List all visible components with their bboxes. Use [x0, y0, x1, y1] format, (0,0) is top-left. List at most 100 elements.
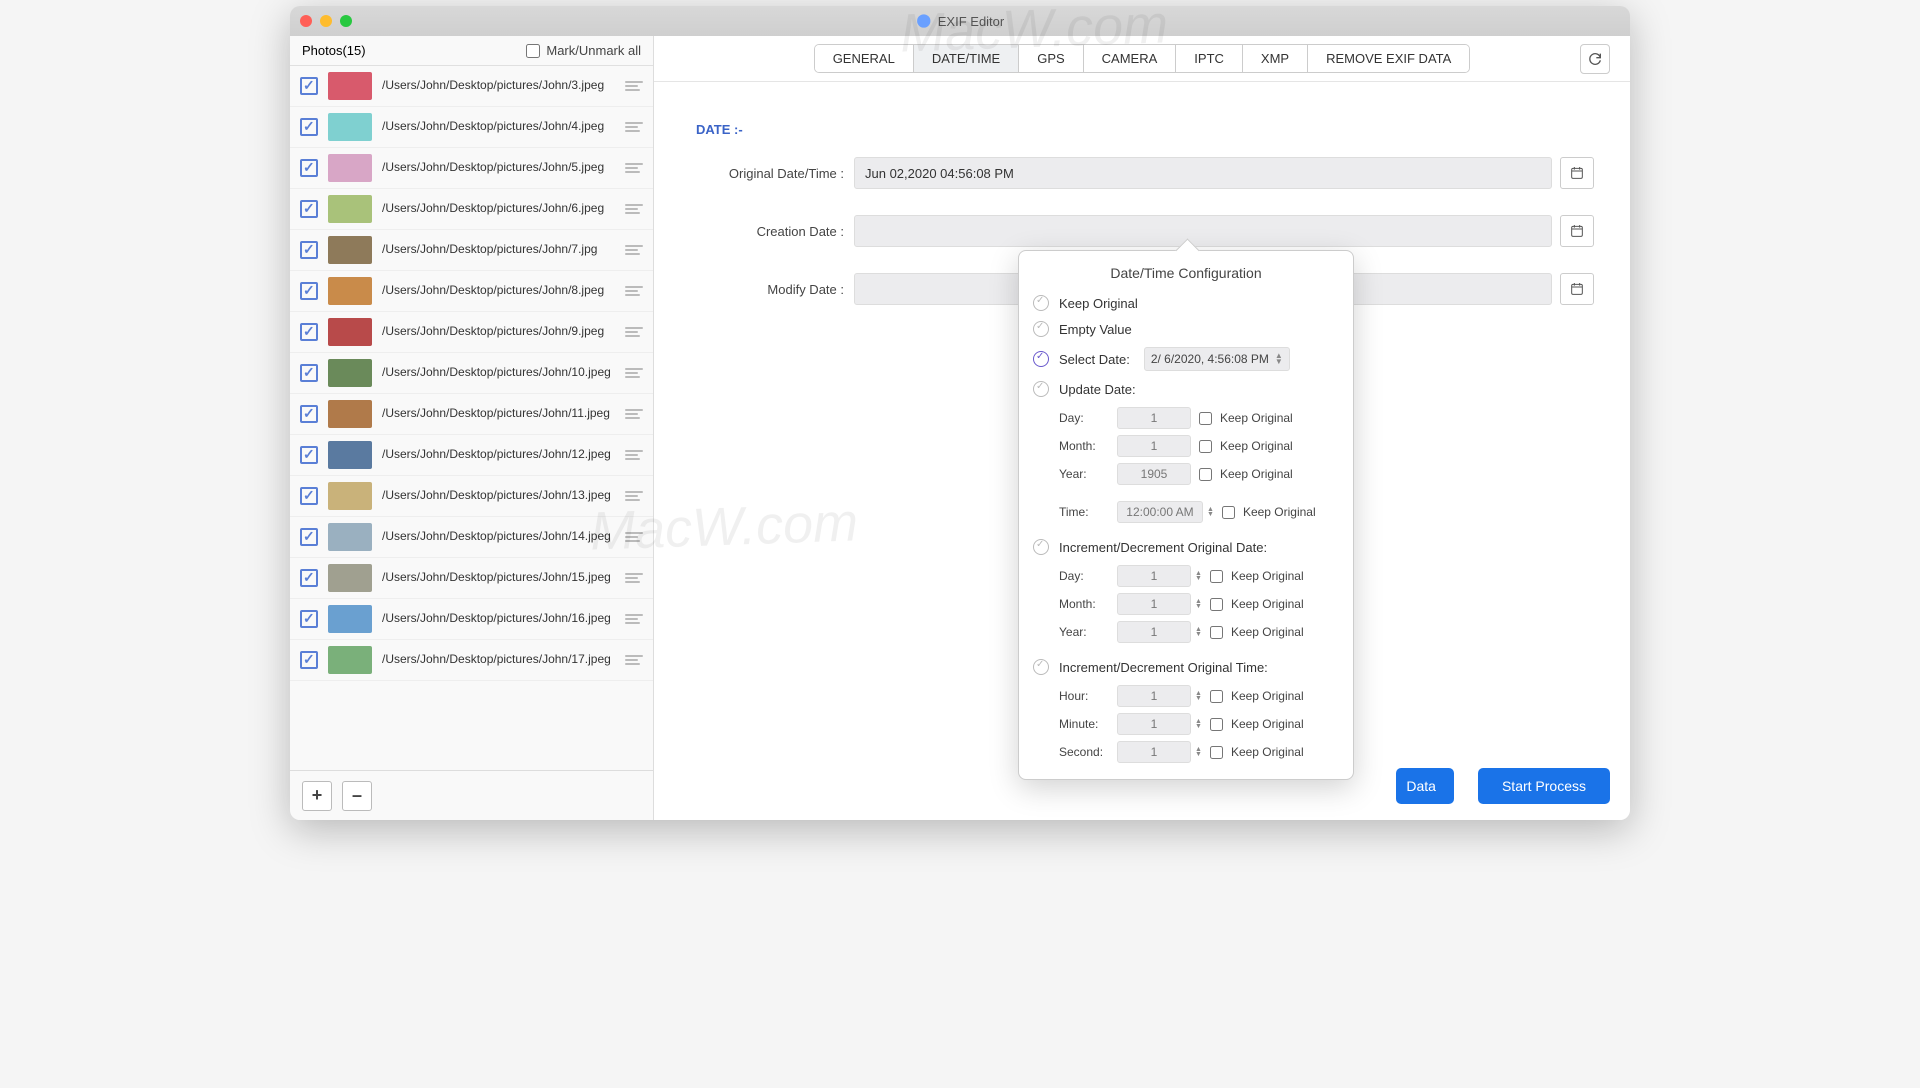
creation-date-picker-button[interactable]	[1560, 215, 1594, 247]
drag-handle-icon[interactable]	[625, 204, 643, 214]
inct-minute-input[interactable]	[1117, 713, 1191, 735]
option-increment-time[interactable]: Increment/Decrement Original Time:	[1033, 659, 1339, 675]
list-item[interactable]: /Users/John/Desktop/pictures/John/3.jpeg	[290, 66, 653, 107]
modify-date-picker-button[interactable]	[1560, 273, 1594, 305]
stepper-arrows-icon[interactable]: ▲▼	[1195, 571, 1202, 581]
select-date-stepper[interactable]: 2/ 6/2020, 4:56:08 PM ▲▼	[1144, 347, 1290, 371]
drag-handle-icon[interactable]	[625, 450, 643, 460]
list-item[interactable]: /Users/John/Desktop/pictures/John/13.jpe…	[290, 476, 653, 517]
remove-photo-button[interactable]: –	[342, 781, 372, 811]
option-keep-original[interactable]: Keep Original	[1033, 295, 1339, 311]
photo-checkbox[interactable]	[300, 323, 318, 341]
list-item[interactable]: /Users/John/Desktop/pictures/John/17.jpe…	[290, 640, 653, 681]
list-item[interactable]: /Users/John/Desktop/pictures/John/12.jpe…	[290, 435, 653, 476]
photo-checkbox[interactable]	[300, 487, 318, 505]
list-item[interactable]: /Users/John/Desktop/pictures/John/11.jpe…	[290, 394, 653, 435]
photo-checkbox[interactable]	[300, 364, 318, 382]
photo-checkbox[interactable]	[300, 528, 318, 546]
creation-date-input[interactable]	[854, 215, 1552, 247]
photo-checkbox[interactable]	[300, 610, 318, 628]
update-day-input[interactable]	[1117, 407, 1191, 429]
option-update-date[interactable]: Update Date:	[1033, 381, 1339, 397]
update-year-keep-checkbox[interactable]	[1199, 468, 1212, 481]
drag-handle-icon[interactable]	[625, 532, 643, 542]
stepper-arrows-icon[interactable]: ▲▼	[1207, 507, 1214, 517]
update-month-input[interactable]	[1117, 435, 1191, 457]
list-item[interactable]: /Users/John/Desktop/pictures/John/7.jpg	[290, 230, 653, 271]
update-time-input[interactable]	[1117, 501, 1203, 523]
drag-handle-icon[interactable]	[625, 245, 643, 255]
tab-gps[interactable]: GPS	[1019, 45, 1083, 72]
stepper-arrows-icon[interactable]: ▲▼	[1275, 353, 1283, 365]
mark-all-checkbox[interactable]	[526, 44, 540, 58]
list-item[interactable]: /Users/John/Desktop/pictures/John/6.jpeg	[290, 189, 653, 230]
drag-handle-icon[interactable]	[625, 491, 643, 501]
list-item[interactable]: /Users/John/Desktop/pictures/John/4.jpeg	[290, 107, 653, 148]
minimize-window-icon[interactable]	[320, 15, 332, 27]
inct-second-keep-checkbox[interactable]	[1210, 746, 1223, 759]
tab-remove-exif-data[interactable]: REMOVE EXIF DATA	[1308, 45, 1469, 72]
start-process-button[interactable]: Start Process	[1478, 768, 1610, 804]
tab-iptc[interactable]: IPTC	[1176, 45, 1243, 72]
incd-day-keep-checkbox[interactable]	[1210, 570, 1223, 583]
drag-handle-icon[interactable]	[625, 81, 643, 91]
update-time-keep-checkbox[interactable]	[1222, 506, 1235, 519]
drag-handle-icon[interactable]	[625, 655, 643, 665]
incd-day-input[interactable]	[1117, 565, 1191, 587]
list-item[interactable]: /Users/John/Desktop/pictures/John/15.jpe…	[290, 558, 653, 599]
update-month-keep-checkbox[interactable]	[1199, 440, 1212, 453]
photo-checkbox[interactable]	[300, 651, 318, 669]
list-item[interactable]: /Users/John/Desktop/pictures/John/14.jpe…	[290, 517, 653, 558]
incd-year-keep-checkbox[interactable]	[1210, 626, 1223, 639]
stepper-arrows-icon[interactable]: ▲▼	[1195, 747, 1202, 757]
drag-handle-icon[interactable]	[625, 614, 643, 624]
stepper-arrows-icon[interactable]: ▲▼	[1195, 691, 1202, 701]
inct-hour-keep-checkbox[interactable]	[1210, 690, 1223, 703]
option-select-date[interactable]: Select Date: 2/ 6/2020, 4:56:08 PM ▲▼	[1033, 347, 1339, 371]
tab-date-time[interactable]: DATE/TIME	[914, 45, 1019, 72]
photo-checkbox[interactable]	[300, 77, 318, 95]
option-increment-date[interactable]: Increment/Decrement Original Date:	[1033, 539, 1339, 555]
original-date-input[interactable]: Jun 02,2020 04:56:08 PM	[854, 157, 1552, 189]
list-item[interactable]: /Users/John/Desktop/pictures/John/9.jpeg	[290, 312, 653, 353]
add-photo-button[interactable]: +	[302, 781, 332, 811]
data-button-partial[interactable]: Data	[1396, 768, 1454, 804]
incd-month-keep-checkbox[interactable]	[1210, 598, 1223, 611]
list-item[interactable]: /Users/John/Desktop/pictures/John/5.jpeg	[290, 148, 653, 189]
photo-list[interactable]: /Users/John/Desktop/pictures/John/3.jpeg…	[290, 66, 653, 770]
photo-checkbox[interactable]	[300, 405, 318, 423]
update-year-input[interactable]	[1117, 463, 1191, 485]
drag-handle-icon[interactable]	[625, 409, 643, 419]
inct-hour-input[interactable]	[1117, 685, 1191, 707]
photo-checkbox[interactable]	[300, 282, 318, 300]
photo-checkbox[interactable]	[300, 118, 318, 136]
tab-xmp[interactable]: XMP	[1243, 45, 1308, 72]
refresh-button[interactable]	[1580, 44, 1610, 74]
stepper-arrows-icon[interactable]: ▲▼	[1195, 599, 1202, 609]
drag-handle-icon[interactable]	[625, 122, 643, 132]
drag-handle-icon[interactable]	[625, 368, 643, 378]
tab-general[interactable]: GENERAL	[815, 45, 914, 72]
drag-handle-icon[interactable]	[625, 286, 643, 296]
photo-checkbox[interactable]	[300, 159, 318, 177]
photo-checkbox[interactable]	[300, 569, 318, 587]
inct-minute-keep-checkbox[interactable]	[1210, 718, 1223, 731]
list-item[interactable]: /Users/John/Desktop/pictures/John/16.jpe…	[290, 599, 653, 640]
zoom-window-icon[interactable]	[340, 15, 352, 27]
list-item[interactable]: /Users/John/Desktop/pictures/John/10.jpe…	[290, 353, 653, 394]
update-day-keep-checkbox[interactable]	[1199, 412, 1212, 425]
option-empty-value[interactable]: Empty Value	[1033, 321, 1339, 337]
photo-checkbox[interactable]	[300, 241, 318, 259]
incd-month-input[interactable]	[1117, 593, 1191, 615]
original-date-picker-button[interactable]	[1560, 157, 1594, 189]
incd-year-input[interactable]	[1117, 621, 1191, 643]
drag-handle-icon[interactable]	[625, 573, 643, 583]
photo-checkbox[interactable]	[300, 200, 318, 218]
inct-second-input[interactable]	[1117, 741, 1191, 763]
photo-checkbox[interactable]	[300, 446, 318, 464]
close-window-icon[interactable]	[300, 15, 312, 27]
stepper-arrows-icon[interactable]: ▲▼	[1195, 719, 1202, 729]
list-item[interactable]: /Users/John/Desktop/pictures/John/8.jpeg	[290, 271, 653, 312]
drag-handle-icon[interactable]	[625, 327, 643, 337]
drag-handle-icon[interactable]	[625, 163, 643, 173]
